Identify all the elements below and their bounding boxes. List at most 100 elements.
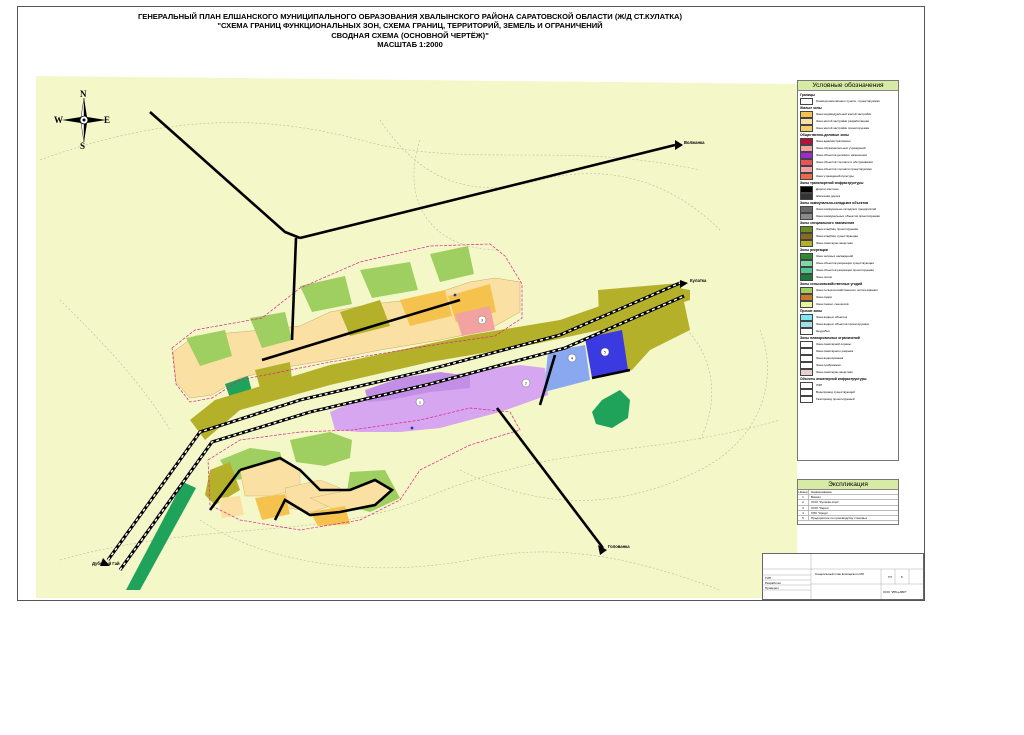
legend-swatch: [800, 368, 813, 376]
legend-item-label: Зона жилой застройки проектируемая: [816, 126, 870, 130]
marker-label-3: 3: [481, 319, 483, 323]
legend-item-label: Граница населённого пункта - проектируем…: [816, 99, 880, 103]
legend-swatch: [800, 340, 813, 348]
legend-item-label: Зона учреждений культуры: [816, 174, 854, 178]
legend-item-label: Зона лесов: [816, 275, 832, 279]
legend-group-title: Прочие зоны: [800, 309, 822, 313]
legend-swatch: [800, 212, 813, 220]
legend-item-label: Железная дорога: [816, 194, 841, 198]
legend-swatch: [800, 165, 813, 173]
explication-name: СПК "Кредо": [811, 510, 829, 515]
legend-group-title: Зоны рекреации: [800, 248, 828, 252]
legend-group-title: Зоны коммунально-складских объектов: [800, 201, 869, 205]
legend-item: Зона объектов рекреации проектируемая: [800, 266, 896, 274]
legend-item: Зона объектов рекреации существующая: [800, 259, 896, 267]
legend-item-label: Зона объектов торговли и обслуживания: [816, 160, 873, 164]
legend-item-label: Зона кладбищ проектируемая: [816, 227, 859, 231]
legend-item: Граница населённого пункта - проектируем…: [800, 97, 896, 105]
legend-item: Зона водных объектов проектируемая: [800, 320, 896, 328]
road-label-volzhanka: Волжанка: [684, 140, 705, 145]
legend-item: Зона санитарного разрыва: [800, 347, 896, 355]
legend-swatch: [800, 124, 813, 132]
explication-number: 4: [798, 510, 809, 516]
legend-swatch: [800, 239, 813, 247]
legend-item: Зона кладбищ существующая: [800, 232, 896, 240]
legend-swatch: [800, 293, 813, 301]
legend-item-label: Зона санитарной охраны: [816, 342, 851, 346]
legend-group-title: Границы: [800, 93, 815, 97]
legend-group-title: Объекты инженерной инфраструктуры: [800, 377, 867, 381]
legend-item: Зона учреждений культуры: [800, 172, 896, 180]
legend-item-label: Зона объектов делового назначения: [816, 153, 867, 157]
explication-row: 5 Предприятие по производству стеновых: [798, 516, 898, 522]
legend-swatch: [800, 259, 813, 267]
legend-item: Зона кладбищ проектируемая: [800, 225, 896, 233]
marker-label-5: 5: [604, 351, 606, 355]
legend-item: Зона зелёных насаждений: [800, 252, 896, 260]
legend-item: Зона санитарно-защитная: [800, 239, 896, 247]
compass-east: E: [104, 115, 111, 125]
legend-swatch: [800, 225, 813, 233]
legend-swatch: [800, 185, 813, 193]
legend-item-label: Зона санитарно-защитная: [816, 241, 853, 245]
legend-swatch: [800, 158, 813, 166]
legend-swatch: [800, 381, 813, 389]
title-block-stamp: Генеральный план Елшанского МО ГП 6 ООО …: [762, 553, 924, 600]
legend-swatch: [800, 192, 813, 200]
explication-title: Экспликация: [798, 480, 898, 490]
legend-item: Зона водных объектов: [800, 313, 896, 321]
compass-south: S: [80, 141, 86, 151]
legend-body: Границы Граница населённого пункта - прое…: [798, 93, 898, 403]
legend-item: Зона индивидуальной жилой застройки: [800, 110, 896, 118]
legend-item: ЛЭП: [800, 381, 896, 389]
legend-swatch: [800, 300, 813, 308]
explication-header-name: Наименование: [811, 490, 832, 494]
legend-item-label: Зона садов: [816, 295, 832, 299]
legend-group-title: Зоны транспортной инфраструктуры: [800, 181, 864, 185]
legend-swatch: [800, 151, 813, 159]
legend-group-title: Общественно-деловые зоны: [800, 133, 849, 137]
explication-name: Предприятие по производству стеновых: [811, 516, 868, 521]
legend-item-label: Зона прибрежная: [816, 363, 841, 367]
legend-swatch: [800, 97, 813, 105]
legend-swatch: [800, 110, 813, 118]
legend-swatch: [800, 388, 813, 396]
legend-item: Зона объектов делового назначения: [800, 151, 896, 159]
legend-item-label: Зона административного: [816, 139, 851, 143]
explication-number: 5: [798, 516, 809, 521]
explication-number: 1: [798, 495, 809, 500]
legend-item-label: Зона жилой застройки разработанная: [816, 119, 869, 123]
legend-item: Зона сельскохозяйственного использования: [800, 286, 896, 294]
legend-item: Зона коммунально-складских предприятий: [800, 205, 896, 213]
legend-swatch: [800, 117, 813, 125]
legend-item: Дороги местные: [800, 185, 896, 193]
legend-item-label: Зона санитарно-защитная: [816, 370, 853, 374]
legend-item: Железная дорога: [800, 192, 896, 200]
marker-label-2: 2: [525, 382, 527, 386]
legend-item-label: Зона санитарного разрыва: [816, 349, 854, 353]
legend-item: Зона коммунальных объектов проектируемая: [800, 212, 896, 220]
legend-item-label: Дороги местные: [816, 187, 839, 191]
explication-header-number: Номер: [798, 490, 809, 495]
legend-item: Зона административного: [800, 137, 896, 145]
legend-item-label: Зона коммунальных объектов проектируемая: [816, 214, 880, 218]
legend-item-label: Зона сельскохозяйственного использования: [816, 288, 878, 292]
legend-item: Зона прибрежная: [800, 361, 896, 369]
explication-number: 3: [798, 505, 809, 510]
road-label-kulatka: Кулатка: [690, 278, 707, 283]
legend-item-label: Зона образовательных учреждений: [816, 146, 866, 150]
explication-body: 1 Вокзал 2 ООО "Кулатка-Агро" 3 ООО "Зерно" 4 С…: [798, 495, 898, 522]
legend-item-label: Зона водных объектов проектируемая: [816, 322, 870, 326]
legend-title: Условные обозначения: [798, 81, 898, 91]
legend-swatch: [800, 266, 813, 274]
legend-item: Зона объектов торговли и обслуживания: [800, 158, 896, 166]
legend-swatch: [800, 327, 813, 335]
legend-swatch: [800, 172, 813, 180]
compass-west: W: [54, 115, 63, 125]
explication-table: Экспликация Номер Наименование 1 Вокзал 2 О…: [797, 479, 899, 525]
legend-item-label: Зона объектов рекреации существующая: [816, 261, 874, 265]
legend-item-label: Зона водоохранная: [816, 356, 844, 360]
legend-swatch: [800, 354, 813, 362]
legend-group-title: Зоны планировочных ограничений: [800, 336, 860, 340]
legend-group-title: Жилые зоны: [800, 106, 822, 110]
